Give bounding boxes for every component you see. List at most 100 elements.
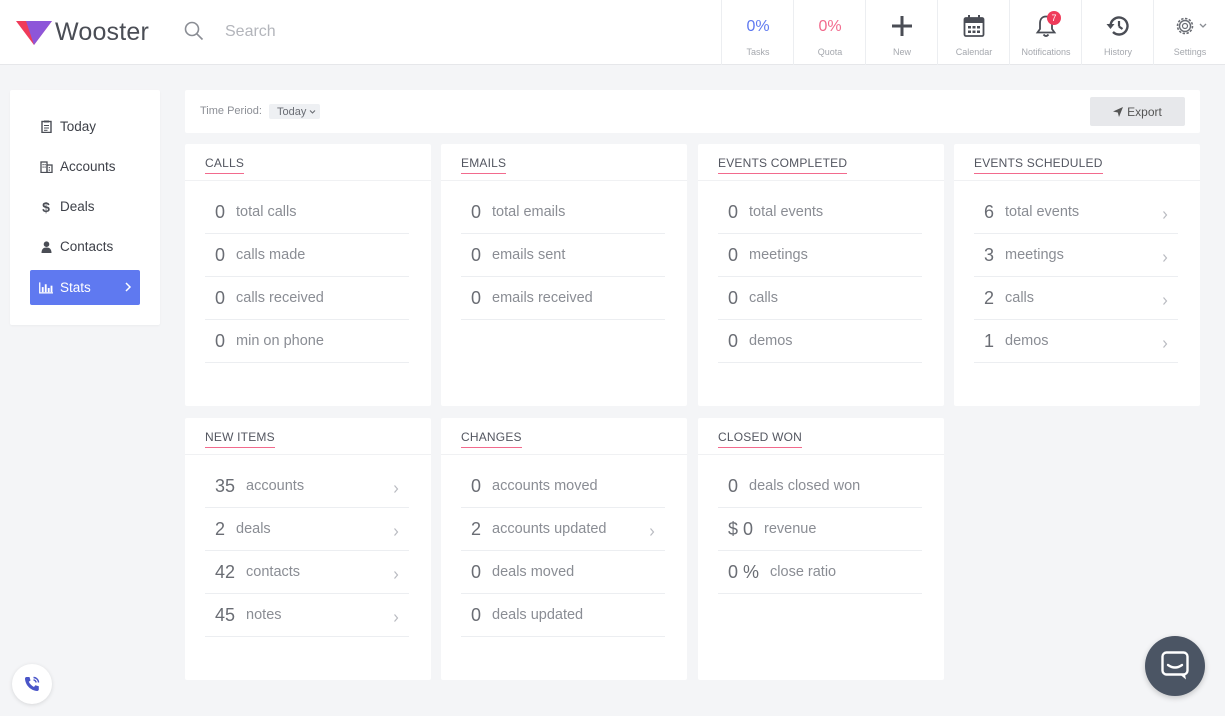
stat-label: deals closed won — [749, 478, 861, 494]
stat-value: 0 — [728, 244, 739, 265]
chevron-right-icon — [394, 485, 399, 493]
phone-icon — [25, 676, 40, 691]
changes-card: CHANGES 0 accounts moved 2 accounts update… — [441, 418, 687, 680]
stat-value: 0 — [728, 330, 739, 351]
events-completed-card: EVENTS COMPLETED 0 total events 0 meetings… — [698, 144, 944, 406]
clipboard-icon — [40, 120, 52, 133]
tasks-progress[interactable]: 0% Tasks — [721, 0, 793, 65]
history-button[interactable]: History — [1081, 0, 1153, 65]
chevron-right-icon — [1163, 254, 1168, 262]
stat-label: total emails — [492, 204, 566, 220]
card-title: CHANGES — [461, 430, 522, 448]
chevron-right-icon — [1163, 297, 1168, 305]
sidebar-item-deals[interactable]: $ Deals — [30, 189, 140, 224]
export-button[interactable]: Export — [1090, 97, 1185, 126]
stat-row: 0 calls — [718, 277, 922, 320]
stat-row-link[interactable]: 6 total events — [974, 191, 1178, 234]
sidebar-item-label: Accounts — [60, 159, 116, 174]
new-button[interactable]: New — [865, 0, 937, 65]
time-period-label: Time Period: — [200, 105, 262, 117]
stat-value: 0 % — [728, 561, 760, 582]
wooster-logo-icon — [16, 21, 52, 45]
stat-row-link[interactable]: 2 deals — [205, 508, 409, 551]
person-icon — [41, 240, 51, 253]
sidebar-item-label: Contacts — [60, 239, 114, 254]
history-icon — [1106, 16, 1129, 36]
time-period-value: Today — [277, 105, 307, 118]
stat-label: emails received — [492, 290, 593, 306]
chevron-right-icon — [394, 571, 399, 579]
gear-icon — [1176, 17, 1193, 35]
stat-value: 1 — [984, 330, 995, 351]
stat-row: 0 min on phone — [205, 320, 409, 363]
sidebar-item-accounts[interactable]: Accounts — [30, 149, 140, 184]
sidebar-item-today[interactable]: Today — [30, 109, 140, 144]
calendar-button[interactable]: Calendar — [937, 0, 1009, 65]
stat-row: 0 total calls — [205, 191, 409, 234]
stat-value: 0 — [471, 561, 482, 582]
stat-row-link[interactable]: 45 notes — [205, 594, 409, 637]
stat-row-link[interactable]: 42 contacts — [205, 551, 409, 594]
emails-card: EMAILS 0 total emails 0 emails sent 0 email… — [441, 144, 687, 406]
dollar-icon: $ — [42, 198, 50, 215]
history-label: History — [1103, 47, 1132, 57]
time-period-select[interactable]: Today — [269, 104, 321, 119]
card-title: CALLS — [205, 156, 245, 174]
chevron-right-icon — [1163, 211, 1168, 219]
stat-label: calls — [749, 290, 779, 306]
events-scheduled-card: EVENTS SCHEDULED 6 total events 3 meetings… — [954, 144, 1200, 406]
card-title: NEW ITEMS — [205, 430, 275, 448]
sidebar: Today Accounts $ Deals Contacts Stats — [10, 90, 160, 325]
card-title: EMAILS — [461, 156, 507, 174]
top-bar: Wooster 0% Tasks 0% Quota New Calendar 7… — [0, 0, 1225, 65]
stat-label: min on phone — [236, 333, 324, 349]
stat-row-link[interactable]: 2 calls — [974, 277, 1178, 320]
stat-row: 0 % close ratio — [718, 551, 922, 594]
stat-row: 0 calls received — [205, 277, 409, 320]
stat-value: 0 — [728, 475, 739, 496]
stat-label: meetings — [1005, 247, 1064, 263]
logo[interactable]: Wooster — [16, 18, 149, 46]
chevron-right-icon — [394, 614, 399, 622]
stat-label: demos — [749, 333, 793, 349]
stat-row: 0 meetings — [718, 234, 922, 277]
new-items-card: NEW ITEMS 35 accounts 2 deals 42 contacts 4… — [185, 418, 431, 680]
quota-percent: 0% — [818, 18, 842, 35]
sidebar-item-label: Deals — [60, 199, 95, 214]
stat-row-link[interactable]: 2 accounts updated — [461, 508, 665, 551]
stat-row-link[interactable]: 1 demos — [974, 320, 1178, 363]
quota-progress[interactable]: 0% Quota — [793, 0, 865, 65]
stat-label: calls received — [236, 290, 324, 306]
stat-label: accounts updated — [492, 521, 607, 537]
calls-card: CALLS 0 total calls 0 calls made 0 calls re… — [185, 144, 431, 406]
stat-label: close ratio — [770, 564, 837, 580]
stat-value: 0 — [471, 201, 482, 222]
settings-button[interactable]: Settings — [1153, 0, 1225, 65]
search-input[interactable] — [214, 16, 634, 48]
stat-row: 0 emails received — [461, 277, 665, 320]
calendar-icon — [963, 15, 985, 37]
stat-value: 0 — [215, 330, 226, 351]
stat-value: 0 — [471, 475, 482, 496]
chat-launcher-button[interactable] — [1145, 636, 1205, 696]
stat-label: meetings — [749, 247, 808, 263]
notifications-button[interactable]: 7 Notifications — [1009, 0, 1081, 65]
stat-row-link[interactable]: 35 accounts — [205, 465, 409, 508]
sidebar-item-stats[interactable]: Stats — [30, 270, 140, 305]
search-icon[interactable] — [184, 21, 204, 46]
stat-value: 0 — [728, 201, 739, 222]
stat-value: 0 — [471, 604, 482, 625]
stat-row-link[interactable]: 3 meetings — [974, 234, 1178, 277]
stat-row: 0 demos — [718, 320, 922, 363]
stat-label: accounts — [246, 478, 305, 494]
chat-icon — [1161, 651, 1189, 680]
phone-dialer-button[interactable] — [12, 664, 52, 704]
stat-label: revenue — [764, 521, 817, 537]
sidebar-item-contacts[interactable]: Contacts — [30, 229, 140, 264]
stat-label: total events — [749, 204, 824, 220]
settings-label: Settings — [1173, 47, 1207, 57]
stat-label: emails sent — [492, 247, 566, 263]
filter-toolbar: Time Period: Today Export — [185, 90, 1200, 133]
stat-label: deals moved — [492, 564, 575, 580]
plus-icon — [892, 16, 912, 36]
